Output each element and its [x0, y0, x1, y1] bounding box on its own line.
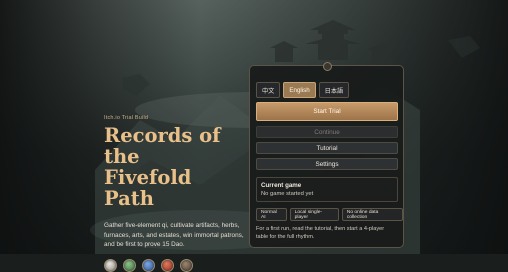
tutorial-button[interactable]: Tutorial — [256, 142, 398, 154]
tag-local-single-player: Local single-player — [289, 208, 339, 221]
game-description: Gather five-element qi, cultivate artifa… — [104, 222, 244, 249]
element-icons-row — [104, 258, 244, 272]
current-game-title: Current game — [261, 182, 302, 189]
title-line-2: Fivefold Path — [104, 166, 192, 210]
language-japanese-button[interactable]: 日本語 — [318, 82, 350, 98]
tag-normal-ai: Normal AI — [256, 208, 287, 221]
wood-element-icon — [123, 258, 136, 272]
current-game-status: No game started yet — [261, 191, 314, 197]
continue-button[interactable]: Continue — [256, 126, 398, 138]
metal-element-icon — [104, 258, 117, 272]
tag-no-online-data: No online data collection — [341, 208, 403, 221]
water-element-icon — [142, 258, 155, 272]
menu-panel: 中文 English 日本語 Start Trial Continue Tuto… — [249, 62, 404, 248]
language-english-button[interactable]: English — [283, 82, 316, 98]
fire-element-icon — [161, 258, 174, 272]
language-selector: 中文 English 日本語 — [256, 82, 350, 98]
settings-button[interactable]: Settings — [256, 158, 398, 170]
first-run-hint: For a first run, read the tutorial, then… — [256, 226, 385, 241]
hero-section: Itch.io Trial Build Records of the Fivef… — [104, 115, 244, 272]
earth-element-icon — [180, 258, 193, 272]
feature-tags: Normal AI Local single-player No online … — [256, 208, 403, 221]
start-trial-button[interactable]: Start Trial — [256, 102, 398, 121]
title-line-1: Records of the — [104, 124, 221, 168]
game-title: Records of the Fivefold Path — [104, 125, 244, 209]
language-chinese-button[interactable]: 中文 — [256, 82, 281, 98]
panel-ornament-icon — [323, 62, 332, 71]
current-game-box: Current game No game started yet — [256, 177, 398, 202]
build-label: Itch.io Trial Build — [104, 115, 149, 121]
